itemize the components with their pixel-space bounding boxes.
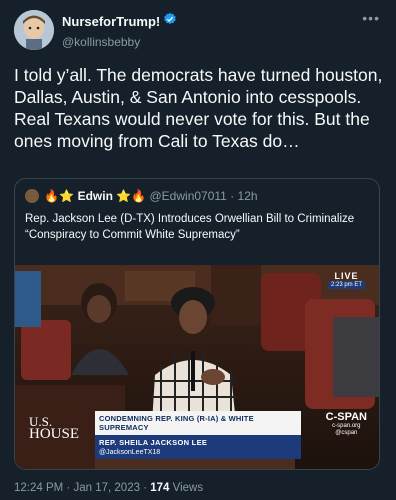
quoted-tweet-header: 🔥⭐ Edwin ⭐🔥 @Edwin07011 · 12h <box>25 188 258 204</box>
chyron-name: REP. SHEILA JACKSON LEE <box>95 435 301 448</box>
tweet-date[interactable]: Jan 17, 2023 <box>73 482 140 494</box>
views-label: Views <box>172 482 204 494</box>
live-badge: LIVE 2:23 pm ET <box>327 271 365 289</box>
live-label: LIVE <box>334 271 359 281</box>
separator-dot: · <box>230 188 235 203</box>
video-thumbnail[interactable]: LIVE 2:23 pm ET U.S. HOUSE CONDEMNING RE… <box>15 265 379 469</box>
cspan-logo-text: C-SPAN <box>325 411 367 423</box>
quoted-tweet-time: 12h <box>237 188 258 203</box>
author-names: NurseforTrump! @kollinsbebby <box>62 12 177 49</box>
separator-dot: · <box>143 482 148 494</box>
quoted-author-name: Edwin <box>77 188 113 203</box>
cspan-social: @cspan <box>335 430 358 436</box>
chyron-handle: @JacksonLeeTX18 <box>95 448 301 459</box>
news-chyron: CONDEMNING REP. KING (R-IA) & WHITE SUPR… <box>95 411 301 459</box>
house-logo-line2: HOUSE <box>29 426 80 442</box>
us-house-logo: U.S. HOUSE <box>29 415 80 442</box>
cspan-logo: C-SPAN c-span.org @cspan <box>326 411 367 437</box>
quoted-author-avatar <box>25 188 39 203</box>
quoted-author-handle: @Edwin07011 <box>149 188 227 203</box>
more-horizontal-icon[interactable]: ••• <box>362 10 380 26</box>
verified-badge-icon <box>163 12 177 31</box>
separator-dot: · <box>66 482 71 494</box>
author-avatar[interactable] <box>14 10 54 50</box>
cspan-site: c-span.org <box>332 423 361 429</box>
star-fire-emoji: ⭐🔥 <box>116 188 147 203</box>
fire-star-emoji: 🔥⭐ <box>44 188 75 203</box>
tweet-header: NurseforTrump! @kollinsbebby ••• <box>14 10 384 50</box>
quoted-tweet-card[interactable]: 🔥⭐ Edwin ⭐🔥 @Edwin07011 · 12h Rep. Jacks… <box>14 178 380 470</box>
tweet-meta: 12:24 PM · Jan 17, 2023 · 174 Views <box>14 482 203 494</box>
tweet-time[interactable]: 12:24 PM <box>14 482 63 494</box>
quoted-tweet-text: Rep. Jackson Lee (D-TX) Introduces Orwel… <box>25 213 355 241</box>
live-time: 2:23 pm ET <box>327 281 365 289</box>
chyron-title: CONDEMNING REP. KING (R-IA) & WHITE SUPR… <box>95 411 301 435</box>
author-display-name[interactable]: NurseforTrump! <box>62 14 160 29</box>
author-handle[interactable]: @kollinsbebby <box>62 35 177 49</box>
views-count: 174 <box>150 482 170 494</box>
tweet-text: I told y’all. The democrats have turned … <box>14 65 383 151</box>
